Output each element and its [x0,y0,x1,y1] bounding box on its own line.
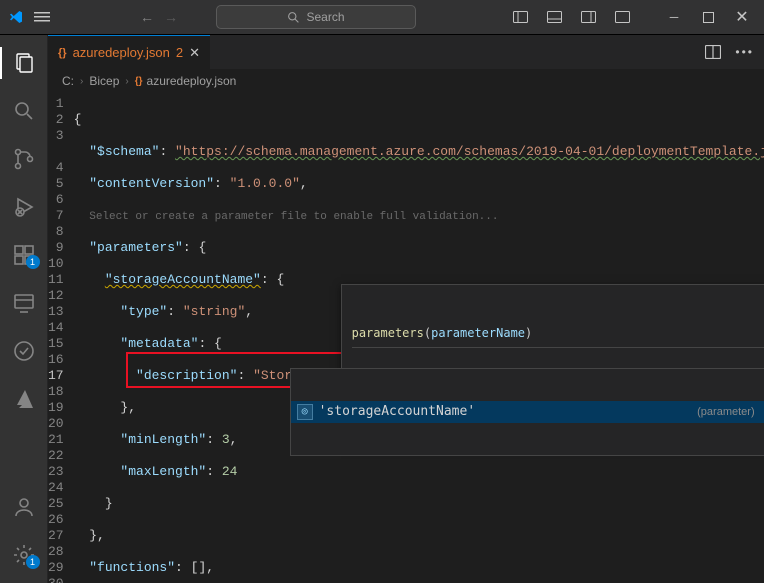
title-bar: ← → Search ─ ✕ [0,0,764,35]
nav-forward-icon[interactable]: → [164,9,178,25]
autocomplete-detail: (parameter) [697,404,758,420]
chevron-right-icon: › [125,76,128,87]
split-editor-icon[interactable] [705,45,721,59]
line-number-gutter: 123 4567 891011 12131415 16171819 202122… [48,92,74,583]
editor-area: {} azuredeploy.json 2 ✕ ••• C: › Bicep ›… [48,35,764,583]
autocomplete-item[interactable]: ◎ 'storageAccountName' (parameter) [291,401,764,423]
tab-label: azuredeploy.json [73,45,170,60]
chevron-right-icon: › [80,76,83,87]
tab-azuredeploy[interactable]: {} azuredeploy.json 2 ✕ [48,35,210,69]
tab-bar: {} azuredeploy.json 2 ✕ ••• [48,35,764,70]
search-placeholder: Search [306,10,344,24]
code-content[interactable]: { "$schema": "https://schema.management.… [74,92,764,583]
autocomplete-popup[interactable]: ◎ 'storageAccountName' (parameter) [290,368,764,456]
activity-extensions[interactable]: 1 [0,235,48,275]
activity-testing[interactable] [0,331,48,371]
tab-close-icon[interactable]: ✕ [189,45,200,61]
activity-explorer[interactable] [0,43,48,83]
activity-remote[interactable] [0,283,48,323]
nav-back-icon[interactable]: ← [140,9,154,25]
activity-account[interactable] [0,487,48,527]
code-editor[interactable]: 123 4567 891011 12131415 16171819 202122… [48,92,764,583]
breadcrumb-file: azuredeploy.json [147,74,237,88]
nav-arrows: ← → [140,9,178,25]
layout-right-icon[interactable] [574,5,602,29]
more-actions-icon[interactable]: ••• [735,45,754,59]
manage-badge: 1 [26,555,40,569]
vscode-icon [8,9,24,25]
extensions-badge: 1 [26,255,40,269]
activity-run-debug[interactable] [0,187,48,227]
activity-bar: 1 1 [0,35,48,583]
autocomplete-label: 'storageAccountName' [319,404,476,420]
json-file-icon: {} [58,47,67,59]
activity-source-control[interactable] [0,139,48,179]
tab-problem-count: 2 [176,45,183,60]
breadcrumb-folder: Bicep [89,74,119,88]
activity-manage[interactable]: 1 [0,535,48,575]
layout-left-icon[interactable] [506,5,534,29]
layout-full-icon[interactable] [608,5,636,29]
window-close-icon[interactable]: ✕ [728,5,756,29]
breadcrumbs[interactable]: C: › Bicep › {} azuredeploy.json [48,70,764,92]
window-maximize-icon[interactable] [694,5,722,29]
json-file-icon: {} [135,76,143,87]
validation-hint[interactable]: Select or create a parameter file to ena… [89,211,498,223]
activity-search[interactable] [0,91,48,131]
hamburger-icon[interactable] [34,9,50,25]
window-minimize-icon[interactable]: ─ [660,5,688,29]
parameter-kind-icon: ◎ [297,404,313,420]
layout-bottom-icon[interactable] [540,5,568,29]
main-layout: 1 1 {} azuredeploy.json 2 [0,35,764,583]
activity-azure[interactable] [0,379,48,419]
search-command-center[interactable]: Search [216,5,416,29]
breadcrumb-c: C: [62,74,74,88]
